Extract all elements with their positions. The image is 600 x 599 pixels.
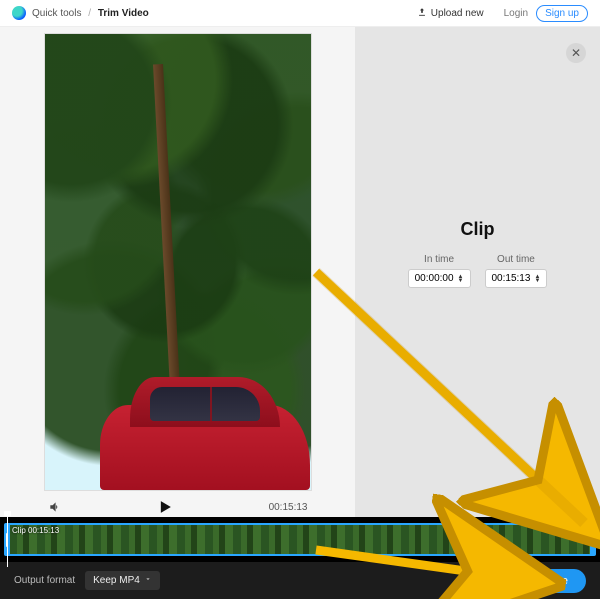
in-time-value: 00:00:00 <box>415 273 454 284</box>
output-format-label: Output format <box>14 575 75 586</box>
playhead[interactable] <box>7 513 8 567</box>
breadcrumb-current: Trim Video <box>98 8 149 19</box>
preview-pane: 00:15:13 <box>0 27 355 517</box>
output-format-value: Keep MP4 <box>93 575 140 586</box>
in-time-stepper[interactable]: ▲▼ <box>458 275 464 283</box>
in-time-label: In time <box>424 254 454 265</box>
timeline[interactable]: Clip 00:15:13 <box>0 517 600 562</box>
out-time-value: 00:15:13 <box>492 273 531 284</box>
close-button[interactable]: ✕ <box>566 43 586 63</box>
bottom-bar: Output format Keep MP4 Done <box>0 562 600 599</box>
play-button[interactable] <box>155 497 175 517</box>
upload-label: Upload new <box>431 8 484 19</box>
topbar: Quick tools / Trim Video Upload new Logi… <box>0 0 600 27</box>
out-time-input[interactable]: 00:15:13 ▲▼ <box>485 269 548 288</box>
upload-icon <box>417 7 427 20</box>
loop-toggle[interactable] <box>566 507 588 529</box>
output-format-select[interactable]: Keep MP4 <box>85 571 160 590</box>
app-logo <box>12 6 26 20</box>
player-controls: 00:15:13 <box>44 491 312 517</box>
clip-label: Clip 00:15:13 <box>12 526 59 535</box>
signup-button[interactable]: Sign up <box>536 5 588 22</box>
trim-handle-right[interactable] <box>590 523 596 556</box>
close-icon: ✕ <box>571 46 581 60</box>
upload-new-button[interactable]: Upload new <box>417 7 484 20</box>
breadcrumb-root[interactable]: Quick tools <box>32 8 81 19</box>
clip-panel: ✕ Clip In time 00:00:00 ▲▼ Out time 00:1… <box>355 27 600 517</box>
done-button[interactable]: Done <box>524 569 586 593</box>
clip-strip[interactable] <box>7 523 593 556</box>
volume-icon[interactable] <box>48 500 62 514</box>
breadcrumb: Quick tools / Trim Video <box>32 8 149 19</box>
out-time-label: Out time <box>497 254 535 265</box>
chevron-down-icon <box>144 575 152 586</box>
in-time-input[interactable]: 00:00:00 ▲▼ <box>408 269 471 288</box>
video-preview[interactable] <box>44 33 312 491</box>
out-time-stepper[interactable]: ▲▼ <box>534 275 540 283</box>
loop-icon <box>571 509 583 527</box>
breadcrumb-separator: / <box>88 8 91 19</box>
duration-label: 00:15:13 <box>269 502 308 513</box>
clip-heading: Clip <box>461 219 495 240</box>
login-link[interactable]: Login <box>504 8 528 19</box>
